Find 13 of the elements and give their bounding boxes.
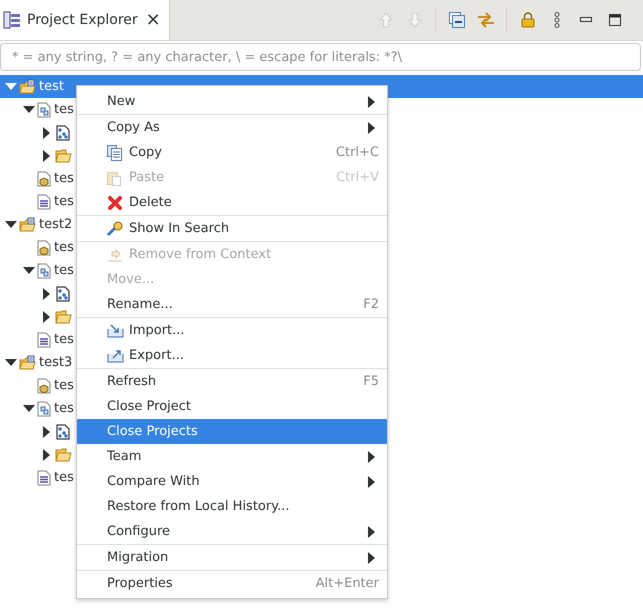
tree-label: tes xyxy=(54,470,74,485)
view-tab-title: Project Explorer xyxy=(27,12,138,28)
tree-label: tes xyxy=(54,378,74,393)
tree-label: test2 xyxy=(39,217,72,232)
tree-label: tes xyxy=(54,401,74,416)
tree-label: test3 xyxy=(39,355,72,370)
tree-label: tes xyxy=(54,194,74,209)
tree-label: tes xyxy=(54,102,74,117)
tree-label: tes xyxy=(54,263,74,278)
tree-label: tes xyxy=(54,240,74,255)
tree-label: tes xyxy=(54,332,74,347)
tree-label: test xyxy=(39,79,64,94)
tree-label: tes xyxy=(54,171,74,186)
